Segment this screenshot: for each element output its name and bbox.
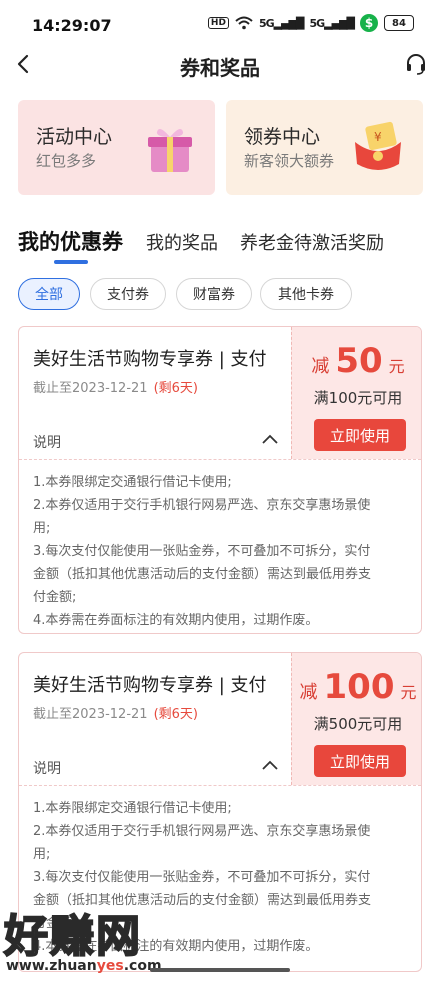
coupon-expire: 截止至2023-12-21 (剩6天) [33, 703, 198, 722]
watermark-url-pre: www.zhuan [6, 958, 97, 974]
coupon-minus-label: 减 [299, 682, 318, 703]
coupon-remaining-days: (剩6天) [153, 707, 198, 722]
filter-all[interactable]: 全部 [18, 278, 80, 310]
coupon-unit: 元 [388, 357, 405, 376]
voucher-center-card[interactable]: 领券中心 新客领大额券 ¥ [226, 100, 423, 195]
page-title: 券和奖品 [180, 56, 260, 80]
coupon-divider [19, 459, 421, 460]
coupon-condition: 满500元可用 [313, 715, 403, 733]
coupon-remaining-days: (剩6天) [153, 381, 198, 396]
tab-my-coupons[interactable]: 我的优惠券 [18, 226, 123, 256]
signal-label: 5G [309, 16, 325, 30]
nav-bar: 券和奖品 [0, 44, 440, 84]
card-title: 领券中心 [244, 126, 321, 148]
signal-icon: 5G▂▄▆█ [258, 16, 305, 30]
rule-line: 4.本券需在券面标注的有效期内使用，过期作废。 [33, 613, 319, 628]
coupon-desc-toggle[interactable]: 说明 [33, 432, 61, 452]
rule-line: 2.本券仅适用于交行手机银行网易严选、京东交享惠场景使 [33, 824, 371, 839]
coupon-value-panel: 减 100 元 满500元可用 立即使用 [291, 653, 421, 785]
rule-line: 1.本券限绑定交通银行借记卡使用; [33, 801, 232, 816]
active-tab-indicator [54, 260, 88, 264]
coupon-main: 美好生活节购物专享券 | 支付 截止至2023-12-21 (剩6天) 说明 [19, 327, 291, 459]
chevron-up-icon[interactable] [261, 757, 279, 773]
coupon-expire: 截止至2023-12-21 (剩6天) [33, 377, 198, 396]
coupon-amount-row: 减 50 元 [292, 341, 421, 381]
svg-text:¥: ¥ [374, 130, 382, 144]
coupon-value-panel: 减 50 元 满100元可用 立即使用 [291, 327, 421, 459]
rule-line: 2.本券仅适用于交行手机银行网易严选、京东交享惠场景使 [33, 498, 371, 513]
coupon-main: 美好生活节购物专享券 | 支付 截止至2023-12-21 (剩6天) 说明 [19, 653, 291, 785]
tab-my-prizes[interactable]: 我的奖品 [146, 229, 218, 255]
filter-payment[interactable]: 支付券 [90, 278, 166, 310]
gift-box-icon [148, 128, 192, 172]
coupon-title: 美好生活节购物专享券 | 支付 [33, 675, 267, 696]
coupon-expire-date: 截止至2023-12-21 [33, 707, 148, 722]
red-envelope-icon: ¥ [355, 121, 401, 170]
home-indicator[interactable] [150, 968, 290, 972]
use-now-button[interactable]: 立即使用 [314, 745, 406, 777]
card-subtitle: 新客领大额券 [244, 152, 335, 170]
rule-line: 用; [33, 521, 51, 536]
headset-icon[interactable] [404, 50, 428, 78]
signal-label: 5G [258, 16, 275, 30]
coupon-condition: 满100元可用 [313, 389, 403, 407]
coupon-amount: 50 [335, 341, 383, 381]
use-now-button[interactable]: 立即使用 [314, 419, 406, 451]
status-bar: 14:29:07 HD 5G▂▄▆█ 5G▂▄▆█ $ 84 [0, 0, 440, 44]
coupon-desc-toggle[interactable]: 说明 [33, 758, 61, 778]
watermark-url-yes: yes [96, 958, 124, 974]
card-subtitle: 红包多多 [36, 152, 97, 170]
coupon-minus-label: 减 [311, 356, 330, 377]
coupon-title: 美好生活节购物专享券 | 支付 [33, 349, 267, 370]
watermark-logo-text: 好赚网 [3, 910, 142, 963]
coupon-rules: 1.本券限绑定交通银行借记卡使用; 2.本券仅适用于交行手机银行网易严选、京东交… [33, 471, 409, 632]
filter-other-cards[interactable]: 其他卡券 [260, 278, 352, 310]
card-title: 活动中心 [36, 126, 113, 148]
rule-line: 金额（抵扣其他优惠活动后的支付金额）需达到最低用券支 [33, 567, 372, 582]
coupon-unit: 元 [400, 683, 417, 702]
battery-icon: 84 [384, 15, 414, 31]
wallet-dollar-icon: $ [360, 14, 378, 32]
rule-line: 3.每次支付仅能使用一张贴金券，不可叠加不可拆分，实付 [33, 870, 371, 885]
coupon-amount: 100 [323, 667, 395, 707]
signal-icon: 5G▂▄▆█ [309, 16, 355, 30]
rule-line: 1.本券限绑定交通银行借记卡使用; [33, 475, 232, 490]
rule-line: 用; [33, 847, 51, 862]
rule-line: 3.每次支付仅能使用一张贴金券，不可叠加不可拆分，实付 [33, 544, 371, 559]
activity-center-card[interactable]: 活动中心 红包多多 [18, 100, 215, 195]
filter-wealth[interactable]: 财富券 [176, 278, 252, 310]
coupon-expire-date: 截止至2023-12-21 [33, 381, 148, 396]
coupon-divider [19, 785, 421, 786]
status-time: 14:29:07 [32, 16, 112, 35]
tabs: 我的优惠券 我的奖品 养老金待激活奖励 [18, 226, 422, 266]
coupon-card: 美好生活节购物专享券 | 支付 截止至2023-12-21 (剩6天) 说明 减5… [18, 326, 422, 634]
wifi-icon [235, 16, 253, 30]
watermark-url: www.zhuanyes.com [6, 958, 162, 974]
hd-badge: HD [207, 17, 229, 29]
rule-line: 付金额; [33, 590, 77, 605]
status-icons: HD 5G▂▄▆█ 5G▂▄▆█ $ 84 [207, 14, 414, 32]
tab-pension-rewards[interactable]: 养老金待激活奖励 [240, 229, 384, 255]
coupon-amount-row: 减 100 元 [292, 667, 421, 707]
chevron-up-icon[interactable] [261, 431, 279, 447]
